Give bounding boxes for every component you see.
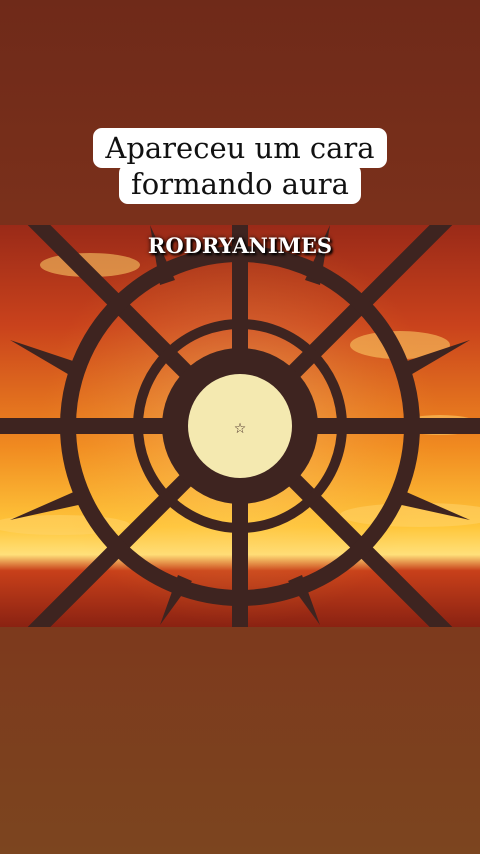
- sun-wheel-scene: ☆: [0, 225, 480, 627]
- caption-line-2: formando aura: [119, 164, 361, 204]
- caption-line-1: Apareceu um cara: [93, 128, 387, 168]
- caption-overlay: Apareceu um cara formando aura: [0, 128, 480, 204]
- watermark: RODRYANIMES: [147, 233, 333, 258]
- bottom-background: [0, 627, 480, 854]
- star-icon: ☆: [234, 421, 247, 437]
- video-frame: ☆: [0, 225, 480, 627]
